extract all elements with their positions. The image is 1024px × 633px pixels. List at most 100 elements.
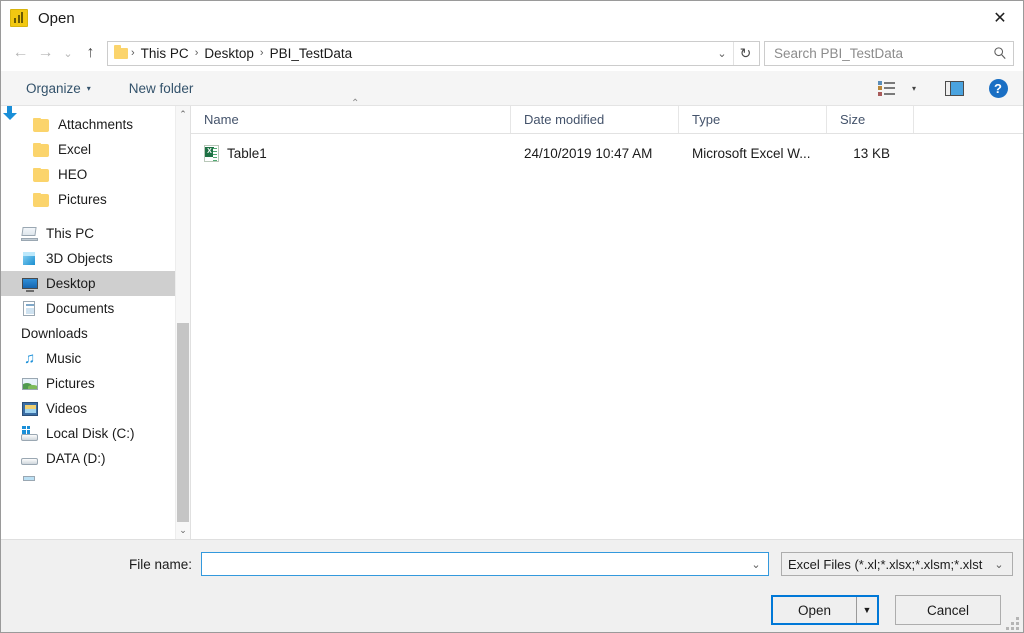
file-rows: X Table1 24/10/2019 10:47 AM Microsoft E… [191,134,1023,539]
sidebar-item-videos[interactable]: Videos [1,396,175,421]
column-header-name[interactable]: ⌃ Name [191,106,511,133]
address-bar-row: ← → ⌄ ↑ › This PC › Desktop › PBI_TestDa… [1,35,1023,71]
search-placeholder: Search PBI_TestData [774,46,993,61]
sidebar-item-label: Pictures [58,192,107,207]
cell-name: X Table1 [191,145,511,162]
chevron-down-icon[interactable]: ⌄ [711,47,733,60]
cancel-button[interactable]: Cancel [895,595,1001,625]
breadcrumb-item-desktop[interactable]: Desktop [199,46,259,61]
preview-pane-icon [945,81,964,96]
preview-pane-button[interactable] [939,75,969,101]
folder-icon [33,192,51,208]
close-icon[interactable]: ✕ [977,2,1023,35]
column-header-type[interactable]: Type [679,106,827,133]
sidebar-item-label: This PC [46,226,94,241]
cell-date-modified: 24/10/2019 10:47 AM [511,146,679,161]
breadcrumb-item-this-pc[interactable]: This PC [136,46,194,61]
resize-grip[interactable] [1006,617,1020,629]
sidebar-item-partial[interactable] [1,471,175,496]
documents-icon [21,301,39,317]
table-row[interactable]: X Table1 24/10/2019 10:47 AM Microsoft E… [191,140,1023,166]
folder-icon [33,117,51,133]
view-options-caret[interactable]: ▾ [903,75,925,101]
sidebar-item-documents[interactable]: Documents [1,296,175,321]
sidebar-item-label: Pictures [46,376,95,391]
cell-type: Microsoft Excel W... [679,146,827,161]
up-button[interactable]: ↑ [78,41,103,66]
sidebar-item-downloads[interactable]: Downloads [1,321,175,346]
forward-button[interactable]: → [33,41,58,66]
sidebar-item-pictures-folder[interactable]: Pictures [1,187,175,212]
sidebar-item-local-disk-c[interactable]: Local Disk (C:) [1,421,175,446]
excel-grid [213,148,217,161]
dialog-body: Attachments Excel HEO Pictures Th [1,106,1023,539]
filename-row: File name: ⌄ Excel Files (*.xl;*.xlsx;*.… [1,540,1013,588]
file-type-dropdown[interactable]: Excel Files (*.xl;*.xlsx;*.xlsm;*.xlst ⌄ [781,552,1013,576]
chevron-down-icon: ▾ [912,84,916,93]
file-name-label: Table1 [227,146,267,161]
sidebar-item-desktop[interactable]: Desktop [1,271,175,296]
sidebar-item-label: Local Disk (C:) [46,426,135,441]
scroll-down-icon[interactable]: ⌄ [176,522,190,539]
help-button[interactable]: ? [983,75,1013,101]
music-icon: ♫ [21,351,39,367]
filename-combobox[interactable]: ⌄ [201,552,769,576]
recent-locations-button[interactable]: ⌄ [58,41,78,66]
videos-icon [21,401,39,417]
view-options-button[interactable] [871,75,901,101]
open-button[interactable]: Open [773,597,857,623]
sidebar-item-heo[interactable]: HEO [1,162,175,187]
organize-label: Organize [26,81,81,96]
scrollbar-track[interactable] [176,123,190,522]
local-disk-icon [21,426,39,442]
open-dropdown-caret[interactable]: ▼ [857,597,877,623]
toolbar-right-group: ▾ ? [871,75,1013,101]
sidebar-item-music[interactable]: ♫ Music [1,346,175,371]
sort-ascending-icon: ⌃ [351,98,359,109]
navigation-scrollbar[interactable]: ⌃ ⌄ [175,106,190,539]
back-button[interactable]: ← [8,41,33,66]
pictures-icon [21,376,39,392]
organize-button[interactable]: Organize ▾ [19,78,98,99]
disk-icon [21,476,39,492]
filename-label: File name: [1,557,201,572]
power-bi-icon [10,9,28,27]
chevron-down-icon[interactable]: ⌄ [746,558,766,571]
refresh-icon[interactable]: ↻ [733,42,757,65]
computer-icon [21,226,39,242]
column-header-size[interactable]: Size [827,106,914,133]
sidebar-item-this-pc[interactable]: This PC [1,221,175,246]
sidebar-item-label: HEO [58,167,87,182]
sidebar-item-label: Excel [58,142,91,157]
dialog-footer: File name: ⌄ Excel Files (*.xl;*.xlsx;*.… [1,539,1023,632]
column-header-date-modified[interactable]: Date modified [511,106,679,133]
scrollbar-thumb[interactable] [177,323,189,523]
column-label: Name [204,112,239,127]
cell-size: 13 KB [827,146,914,161]
folder-icon [114,48,128,59]
sidebar-item-3d-objects[interactable]: 3D Objects [1,246,175,271]
view-options-icon [878,81,895,96]
filename-input[interactable] [208,557,746,572]
scroll-up-icon[interactable]: ⌃ [176,106,190,123]
sidebar-item-data-d[interactable]: DATA (D:) [1,446,175,471]
folder-icon [33,167,51,183]
sidebar-item-label: DATA (D:) [46,451,106,466]
file-list-pane: ⌃ Name Date modified Type Size X [191,106,1023,539]
new-folder-button[interactable]: New folder [122,78,201,99]
breadcrumb-item-pbi-testdata[interactable]: PBI_TestData [265,46,358,61]
sidebar-item-excel[interactable]: Excel [1,137,175,162]
folder-icon [33,142,51,158]
column-label: Size [840,112,865,127]
help-icon: ? [989,79,1008,98]
sidebar-item-attachments[interactable]: Attachments [1,112,175,137]
dialog-buttons: Open ▼ Cancel [1,588,1013,632]
sidebar-item-pictures[interactable]: Pictures [1,371,175,396]
command-toolbar: Organize ▾ New folder ▾ [1,71,1023,106]
open-file-dialog: Open ✕ ← → ⌄ ↑ › This PC › Desktop › PBI… [0,0,1024,633]
open-split-button[interactable]: Open ▼ [771,595,879,625]
navigation-pane: Attachments Excel HEO Pictures Th [1,106,191,539]
search-input[interactable]: Search PBI_TestData [764,41,1014,66]
sidebar-item-label: Documents [46,301,114,316]
breadcrumb[interactable]: › This PC › Desktop › PBI_TestData ⌄ ↻ [107,41,760,66]
